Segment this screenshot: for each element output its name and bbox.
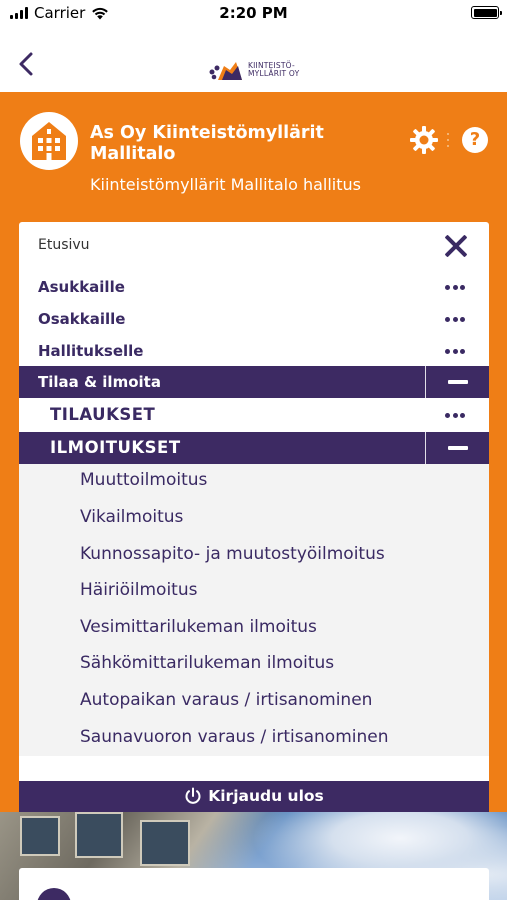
list-item[interactable]: Sähkömittarilukeman ilmoitus [80,653,334,673]
property-subtitle: Kiinteistömyllärit Mallitalo hallitus [90,175,361,194]
menu-item-osakkaille[interactable]: Osakkaille [19,303,489,335]
navigation-menu: Etusivu Asukkaille Osakkaille Hallitukse… [19,222,489,812]
header-divider [447,133,450,147]
gear-icon[interactable] [409,125,439,155]
list-item[interactable]: Häiriöilmoitus [80,580,197,600]
status-time: 2:20 PM [219,4,288,22]
chevron-left-icon[interactable] [14,50,38,78]
list-item[interactable]: Saunavuoron varaus / irtisanominen [80,727,389,747]
logout-label: Kirjaudu ulos [208,787,324,805]
list-item[interactable]: Kunnossapito- ja muutostyöilmoitus [80,544,385,564]
collapse-icon[interactable] [425,432,489,464]
collapse-icon[interactable] [425,366,489,398]
building-icon [32,122,66,160]
close-icon[interactable] [443,233,469,259]
list-item[interactable]: Autopaikan varaus / irtisanominen [80,690,372,710]
more-icon[interactable] [445,413,465,418]
more-icon[interactable] [445,349,465,354]
list-item[interactable]: Vesimittarilukeman ilmoitus [80,617,317,637]
list-item[interactable]: Vikailmoitus [80,507,183,527]
menu-subitem-ilmoitukset[interactable]: ILMOITUKSET [19,432,489,464]
menu-subitem-label: ILMOITUKSET [50,438,181,457]
menu-item-label: Hallitukselle [38,342,144,360]
info-card [19,868,489,900]
house-avatar [20,112,78,170]
menu-item-tilaa-ilmoita[interactable]: Tilaa & ilmoita [19,366,489,398]
property-photo [0,812,507,900]
menu-top-bar: Etusivu [19,222,489,270]
list-item[interactable]: Muuttoilmoitus [80,470,207,490]
more-icon[interactable] [445,285,465,290]
menu-subitem-tilaukset[interactable]: TILAUKSET [19,399,489,431]
logout-button[interactable]: Kirjaudu ulos [19,781,489,812]
more-icon[interactable] [445,317,465,322]
card-icon [37,888,71,900]
battery-icon [471,6,502,19]
logo-mill-icon [209,62,242,80]
menu-item-label: Asukkaille [38,278,125,296]
menu-item-hallitukselle[interactable]: Hallitukselle [19,335,489,367]
notification-items-list: Muuttoilmoitus Vikailmoitus Kunnossapito… [19,464,489,756]
menu-subitem-label: TILAUKSET [50,405,156,424]
menu-item-label: Osakkaille [38,310,126,328]
power-icon [185,787,201,804]
menu-item-home[interactable]: Etusivu [38,237,90,253]
navigation-bar: KIINTEISTÖ- MYLLÄRIT OY [0,28,507,92]
logo-text-line2: MYLLÄRIT OY [248,69,300,78]
status-bar: Carrier 2:20 PM [0,0,507,28]
help-icon[interactable]: ? [462,127,488,153]
property-header: As Oy Kiinteistömyllärit Mallitalo Kiint… [0,92,507,222]
property-title: As Oy Kiinteistömyllärit Mallitalo [90,123,324,164]
menu-item-asukkaille[interactable]: Asukkaille [19,271,489,303]
company-logo: KIINTEISTÖ- MYLLÄRIT OY [208,56,300,84]
menu-item-label: Tilaa & ilmoita [38,373,161,391]
